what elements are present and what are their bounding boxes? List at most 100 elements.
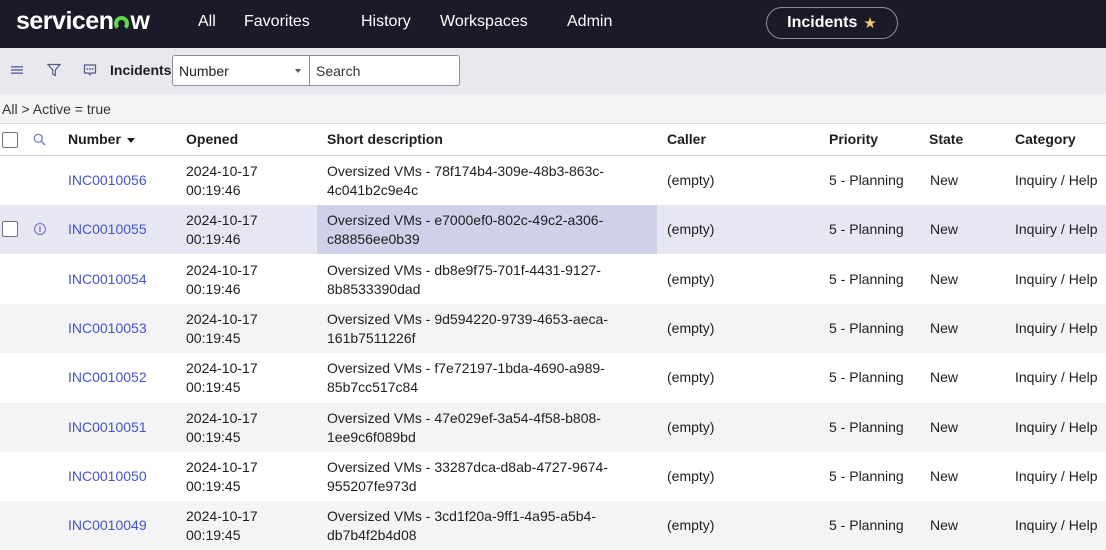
list-title: Incidents xyxy=(110,62,172,78)
logo-text-end: w xyxy=(130,7,150,35)
opened-date: 2024-10-17 xyxy=(186,508,258,524)
nav-item-favorites[interactable]: Favorites xyxy=(244,13,361,31)
logo-o-icon xyxy=(114,16,130,31)
opened-time: 00:19:45 xyxy=(186,478,241,494)
opened-time: 00:19:46 xyxy=(186,182,241,198)
priority-cell: 5 - Planning xyxy=(829,271,904,287)
short-description-cell: Oversized VMs - 3cd1f20a-9ff1-4a95-a5b4-… xyxy=(327,507,596,545)
short-description-line1: Oversized VMs - 78f174b4-309e-48b3-863c- xyxy=(327,163,605,179)
incident-number-link[interactable]: INC0010054 xyxy=(68,270,147,289)
opened-cell: 2024-10-17 00:19:45 xyxy=(186,458,258,496)
search-columns-icon[interactable] xyxy=(33,133,46,149)
opened-date: 2024-10-17 xyxy=(186,311,258,327)
opened-time: 00:19:45 xyxy=(186,429,241,445)
column-header-number[interactable]: Number xyxy=(68,131,135,147)
table-row[interactable]: INC0010055 2024-10-17 00:19:46 Oversized … xyxy=(0,205,1106,254)
short-description-cell: Oversized VMs - f7e72197-1bda-4690-a989-… xyxy=(327,359,605,397)
nav-item-all[interactable]: All xyxy=(198,13,244,31)
priority-cell: 5 - Planning xyxy=(829,517,904,533)
chat-icon[interactable] xyxy=(82,62,98,78)
category-cell: Inquiry / Help xyxy=(1015,271,1098,287)
top-navigation: servicen w All Favorites History Workspac… xyxy=(0,0,1106,48)
caller-cell: (empty) xyxy=(667,221,715,237)
filter-breadcrumb[interactable]: All > Active = true xyxy=(0,94,1106,124)
caller-cell: (empty) xyxy=(667,369,715,385)
context-pill[interactable]: Incidents ★ xyxy=(766,7,898,39)
nav-item-admin[interactable]: Admin xyxy=(567,13,612,31)
table-row[interactable]: INC0010049 2024-10-17 00:19:45 Oversized … xyxy=(0,501,1106,550)
table-row[interactable]: INC0010051 2024-10-17 00:19:45 Oversized … xyxy=(0,403,1106,452)
column-header-caller[interactable]: Caller xyxy=(667,131,706,147)
priority-cell: 5 - Planning xyxy=(829,369,904,385)
short-description-line1: Oversized VMs - db8e9f75-701f-4431-9127- xyxy=(327,262,601,278)
filter-icon[interactable] xyxy=(46,62,62,78)
table-row[interactable]: INC0010053 2024-10-17 00:19:45 Oversized … xyxy=(0,304,1106,353)
short-description-cell: Oversized VMs - db8e9f75-701f-4431-9127-… xyxy=(327,261,601,299)
sort-descending-icon xyxy=(126,137,135,143)
servicenow-logo[interactable]: servicen w xyxy=(16,7,150,36)
star-icon[interactable]: ★ xyxy=(863,14,876,32)
state-cell: New xyxy=(930,517,959,533)
opened-cell: 2024-10-17 00:19:45 xyxy=(186,409,258,447)
search-input[interactable] xyxy=(310,55,460,86)
incident-number-link[interactable]: INC0010051 xyxy=(68,418,147,437)
caller-cell: (empty) xyxy=(667,419,715,435)
category-cell: Inquiry / Help xyxy=(1015,320,1098,336)
dropdown-caret-icon xyxy=(295,69,301,73)
select-all-checkbox[interactable] xyxy=(2,132,18,148)
opened-time: 00:19:45 xyxy=(186,379,241,395)
incident-number-link[interactable]: INC0010055 xyxy=(68,220,147,239)
column-header-category[interactable]: Category xyxy=(1015,131,1076,147)
caller-cell: (empty) xyxy=(667,468,715,484)
search-field-select[interactable]: Number xyxy=(172,55,310,86)
menu-icon[interactable] xyxy=(9,62,25,78)
column-header-short-description[interactable]: Short description xyxy=(327,131,443,147)
state-cell: New xyxy=(930,271,959,287)
caller-cell: (empty) xyxy=(667,320,715,336)
short-description-line2: 4c041b2c9e4c xyxy=(327,182,419,198)
short-description-cell: Oversized VMs - e7000ef0-802c-49c2-a306-… xyxy=(327,211,603,249)
column-header-priority[interactable]: Priority xyxy=(829,131,878,147)
nav-item-workspaces[interactable]: Workspaces xyxy=(440,13,567,31)
short-description-line1: Oversized VMs - 3cd1f20a-9ff1-4a95-a5b4- xyxy=(327,508,596,524)
opened-time: 00:19:46 xyxy=(186,281,241,297)
opened-date: 2024-10-17 xyxy=(186,212,258,228)
short-description-line2: 955207fe973d xyxy=(327,478,417,494)
incident-number-link[interactable]: INC0010050 xyxy=(68,467,147,486)
row-checkbox[interactable] xyxy=(2,221,18,237)
table-row[interactable]: INC0010050 2024-10-17 00:19:45 Oversized … xyxy=(0,452,1106,501)
table-row[interactable]: INC0010056 2024-10-17 00:19:46 Oversized … xyxy=(0,156,1106,205)
logo-text: servicen xyxy=(16,7,114,35)
category-cell: Inquiry / Help xyxy=(1015,468,1098,484)
incident-number-link[interactable]: INC0010056 xyxy=(68,171,147,190)
opened-cell: 2024-10-17 00:19:46 xyxy=(186,211,258,249)
short-description-line1: Oversized VMs - 9d594220-9739-4653-aeca- xyxy=(327,311,608,327)
incident-number-link[interactable]: INC0010052 xyxy=(68,368,147,387)
state-cell: New xyxy=(930,468,959,484)
opened-date: 2024-10-17 xyxy=(186,262,258,278)
opened-cell: 2024-10-17 00:19:45 xyxy=(186,359,258,397)
preview-info-icon[interactable]: i xyxy=(34,223,46,235)
priority-cell: 5 - Planning xyxy=(829,320,904,336)
short-description-line2: 85b7cc517c84 xyxy=(327,379,419,395)
column-header-opened[interactable]: Opened xyxy=(186,131,238,147)
nav-item-history[interactable]: History xyxy=(361,13,440,31)
opened-cell: 2024-10-17 00:19:46 xyxy=(186,162,258,200)
opened-cell: 2024-10-17 00:19:46 xyxy=(186,261,258,299)
short-description-line2: c88856ee0b39 xyxy=(327,231,420,247)
short-description-line2: 8b8533390dad xyxy=(327,281,421,297)
opened-time: 00:19:45 xyxy=(186,330,241,346)
context-pill-label: Incidents xyxy=(787,14,858,31)
incident-number-link[interactable]: INC0010049 xyxy=(68,516,147,535)
table-row[interactable]: INC0010052 2024-10-17 00:19:45 Oversized … xyxy=(0,353,1106,402)
priority-cell: 5 - Planning xyxy=(829,419,904,435)
state-cell: New xyxy=(930,419,959,435)
table-row[interactable]: INC0010054 2024-10-17 00:19:46 Oversized … xyxy=(0,255,1106,304)
state-cell: New xyxy=(930,172,959,188)
short-description-line1: Oversized VMs - 33287dca-d8ab-4727-9674- xyxy=(327,459,608,475)
incident-number-link[interactable]: INC0010053 xyxy=(68,319,147,338)
short-description-line1: Oversized VMs - f7e72197-1bda-4690-a989- xyxy=(327,360,605,376)
nav-menu: All Favorites History Workspaces Admin xyxy=(198,13,612,31)
short-description-line2: 1ee9c6f089bd xyxy=(327,429,416,445)
column-header-state[interactable]: State xyxy=(929,131,963,147)
